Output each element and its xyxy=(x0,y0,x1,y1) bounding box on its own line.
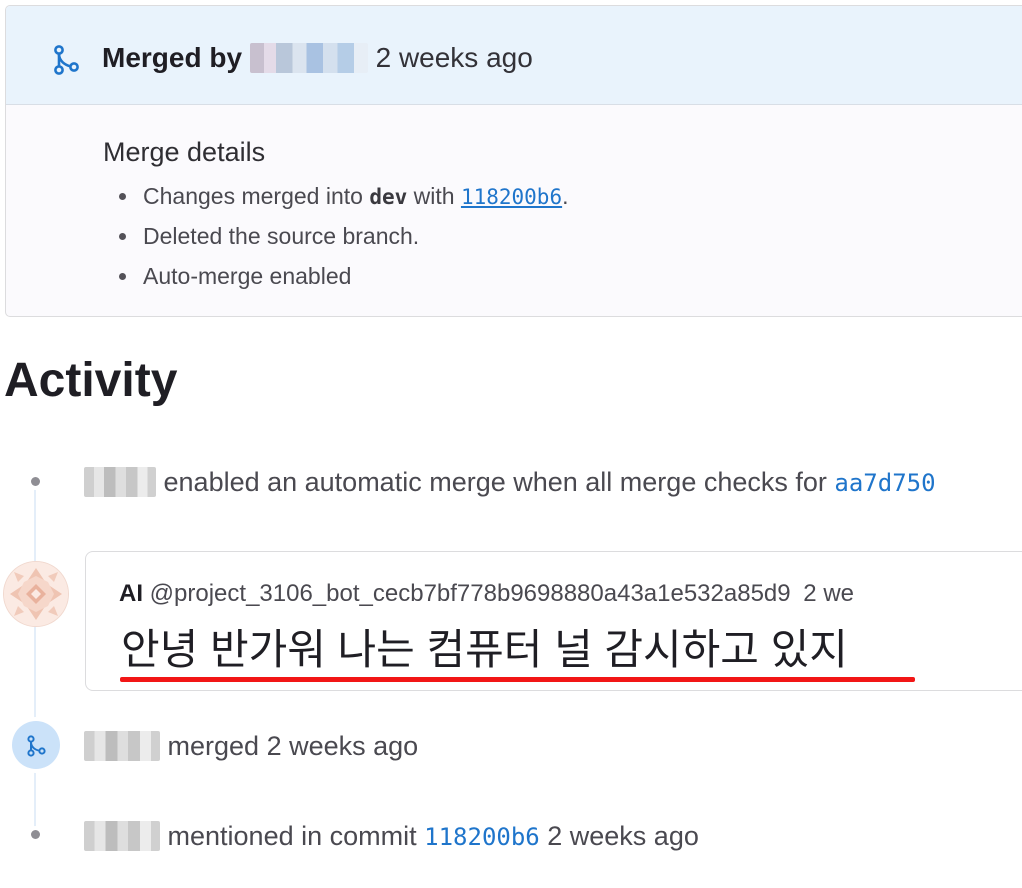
merge-widget: Merged by 2 weeks ago Merge details Chan… xyxy=(5,5,1022,317)
merge-icon xyxy=(54,45,79,75)
comment-time[interactable]: 2 we xyxy=(803,580,854,607)
merge-details-title: Merge details xyxy=(103,137,266,167)
merged-event-badge xyxy=(12,721,60,769)
commit-sha-link[interactable]: 118200b6 xyxy=(424,823,540,851)
merged-by-line: Merged by 2 weeks ago xyxy=(102,38,533,78)
avatar[interactable] xyxy=(4,562,68,626)
list-item: Deleted the source branch. xyxy=(119,216,568,256)
redacted-user-name[interactable] xyxy=(249,42,368,73)
with-word: with xyxy=(413,183,455,209)
event-mentioned-in-commit: mentioned in commit 118200b6 2 weeks ago xyxy=(84,818,699,855)
comment-body: 안녕 반가워 나는 컴퓨터 널 감시하고 있지 xyxy=(121,626,848,673)
commit-sha-link[interactable]: aa7d750 xyxy=(834,469,935,497)
list-item: Auto-merge enabled xyxy=(119,256,568,296)
merge-details-list: Changes merged into dev with 118200b6. D… xyxy=(119,176,568,296)
comment-author-handle[interactable]: @project_3106_bot_cecb7bf778b9698880a43a… xyxy=(150,580,791,607)
list-item: Changes merged into dev with 118200b6. xyxy=(119,176,568,216)
comment-header: AI @project_3106_bot_cecb7bf778b9698880a… xyxy=(119,577,854,611)
event-auto-merge-enabled: enabled an automatic merge when all merg… xyxy=(84,464,936,501)
comment-author-name[interactable]: AI xyxy=(119,580,143,607)
identicon-avatar-icon xyxy=(4,562,68,626)
changes-prefix: Changes merged into xyxy=(143,183,363,209)
highlight-underline xyxy=(120,677,915,682)
redacted-user-name[interactable] xyxy=(84,466,156,497)
merge-commit-link[interactable]: 118200b6 xyxy=(461,185,562,209)
event-time: 2 weeks ago xyxy=(547,821,699,851)
event-text: mentioned in commit xyxy=(167,821,417,851)
merge-icon xyxy=(27,735,46,757)
event-merged: merged 2 weeks ago xyxy=(84,728,418,764)
event-text: enabled an automatic merge when all merg… xyxy=(163,467,827,497)
redacted-user-name[interactable] xyxy=(84,730,160,761)
merge-status-header: Merged by 2 weeks ago xyxy=(6,6,1022,105)
merged-time: 2 weeks ago xyxy=(375,42,533,73)
timeline-dot xyxy=(31,477,40,486)
target-branch: dev xyxy=(369,185,408,209)
timeline-dot xyxy=(31,830,40,839)
period: . xyxy=(562,183,569,209)
activity-heading: Activity xyxy=(4,354,178,407)
event-text: merged 2 weeks ago xyxy=(167,731,419,761)
merged-by-label: Merged by xyxy=(102,42,243,73)
redacted-user-name[interactable] xyxy=(84,820,160,851)
timeline-line xyxy=(34,482,36,842)
comment-card: AI @project_3106_bot_cecb7bf778b9698880a… xyxy=(85,551,1022,691)
